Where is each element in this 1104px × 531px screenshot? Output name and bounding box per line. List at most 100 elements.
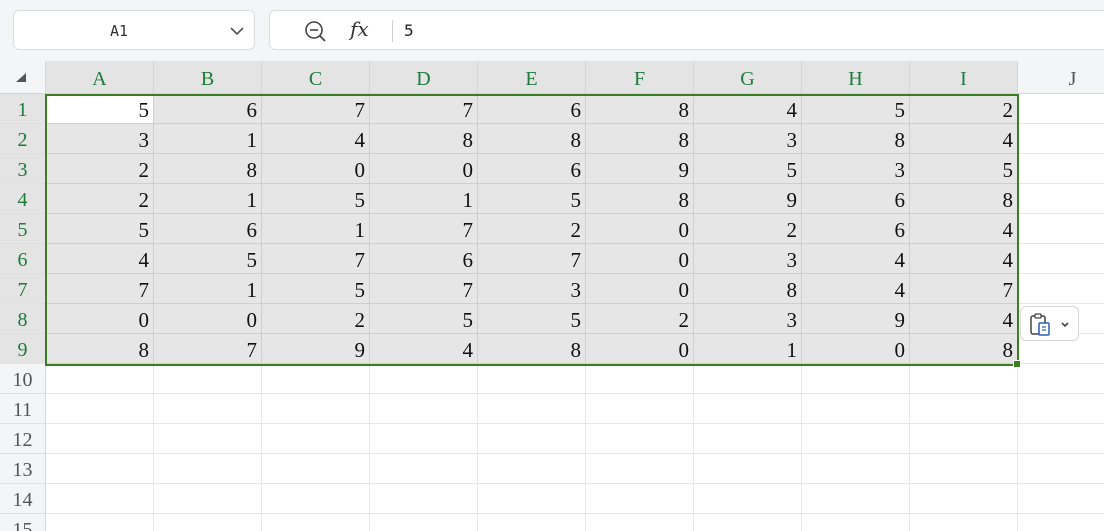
column-header-J[interactable]: J xyxy=(1018,61,1104,94)
cell-B7[interactable]: 1 xyxy=(154,274,262,304)
cell-D2[interactable]: 8 xyxy=(370,124,478,154)
cell-E8[interactable]: 5 xyxy=(478,304,586,334)
chevron-down-icon[interactable] xyxy=(230,25,244,37)
cell-C10[interactable] xyxy=(262,364,370,394)
cell-B14[interactable] xyxy=(154,484,262,514)
cell-F14[interactable] xyxy=(586,484,694,514)
column-header-E[interactable]: E xyxy=(478,61,586,94)
row-header-6[interactable]: 6 xyxy=(0,244,46,274)
cell-G7[interactable]: 8 xyxy=(694,274,802,304)
cell-H13[interactable] xyxy=(802,454,910,484)
column-header-G[interactable]: G xyxy=(694,61,802,94)
cell-B8[interactable]: 0 xyxy=(154,304,262,334)
cell-E15[interactable] xyxy=(478,514,586,531)
select-all-corner[interactable] xyxy=(0,61,46,94)
cell-C14[interactable] xyxy=(262,484,370,514)
cell-B11[interactable] xyxy=(154,394,262,424)
cell-B12[interactable] xyxy=(154,424,262,454)
cell-D7[interactable]: 7 xyxy=(370,274,478,304)
cell-D3[interactable]: 0 xyxy=(370,154,478,184)
cell-H1[interactable]: 5 xyxy=(802,94,910,124)
cell-H6[interactable]: 4 xyxy=(802,244,910,274)
cell-B5[interactable]: 6 xyxy=(154,214,262,244)
cell-G13[interactable] xyxy=(694,454,802,484)
cell-B10[interactable] xyxy=(154,364,262,394)
column-header-I[interactable]: I xyxy=(910,61,1018,94)
cell-D9[interactable]: 4 xyxy=(370,334,478,364)
cell-H10[interactable] xyxy=(802,364,910,394)
cell-E9[interactable]: 8 xyxy=(478,334,586,364)
cell-J13[interactable] xyxy=(1018,454,1104,484)
cell-C13[interactable] xyxy=(262,454,370,484)
cell-C8[interactable]: 2 xyxy=(262,304,370,334)
cell-E3[interactable]: 6 xyxy=(478,154,586,184)
cell-J12[interactable] xyxy=(1018,424,1104,454)
fill-handle[interactable] xyxy=(1013,360,1021,368)
cell-D5[interactable]: 7 xyxy=(370,214,478,244)
cell-G11[interactable] xyxy=(694,394,802,424)
cell-E10[interactable] xyxy=(478,364,586,394)
insert-function-button[interactable]: fx xyxy=(350,17,369,41)
cell-D10[interactable] xyxy=(370,364,478,394)
cell-H12[interactable] xyxy=(802,424,910,454)
cell-D12[interactable] xyxy=(370,424,478,454)
column-header-F[interactable]: F xyxy=(586,61,694,94)
cell-C6[interactable]: 7 xyxy=(262,244,370,274)
row-header-1[interactable]: 1 xyxy=(0,94,46,124)
cell-A8[interactable]: 0 xyxy=(46,304,154,334)
cell-E2[interactable]: 8 xyxy=(478,124,586,154)
cell-C11[interactable] xyxy=(262,394,370,424)
cell-E1[interactable]: 6 xyxy=(478,94,586,124)
cell-B15[interactable] xyxy=(154,514,262,531)
cell-F6[interactable]: 0 xyxy=(586,244,694,274)
cell-B6[interactable]: 5 xyxy=(154,244,262,274)
zoom-out-icon[interactable] xyxy=(304,20,326,42)
row-header-9[interactable]: 9 xyxy=(0,334,46,364)
cell-I12[interactable] xyxy=(910,424,1018,454)
cell-I6[interactable]: 4 xyxy=(910,244,1018,274)
cell-D13[interactable] xyxy=(370,454,478,484)
column-header-B[interactable]: B xyxy=(154,61,262,94)
cell-B2[interactable]: 1 xyxy=(154,124,262,154)
cell-J6[interactable] xyxy=(1018,244,1104,274)
cell-I2[interactable]: 4 xyxy=(910,124,1018,154)
cell-C2[interactable]: 4 xyxy=(262,124,370,154)
cell-F3[interactable]: 9 xyxy=(586,154,694,184)
cell-F7[interactable]: 0 xyxy=(586,274,694,304)
row-header-8[interactable]: 8 xyxy=(0,304,46,334)
cell-D4[interactable]: 1 xyxy=(370,184,478,214)
cell-I5[interactable]: 4 xyxy=(910,214,1018,244)
cell-G8[interactable]: 3 xyxy=(694,304,802,334)
cell-J3[interactable] xyxy=(1018,154,1104,184)
cell-B1[interactable]: 6 xyxy=(154,94,262,124)
paste-options-button[interactable] xyxy=(1020,306,1079,341)
cell-H15[interactable] xyxy=(802,514,910,531)
cell-G9[interactable]: 1 xyxy=(694,334,802,364)
cell-A14[interactable] xyxy=(46,484,154,514)
row-header-12[interactable]: 12 xyxy=(0,424,46,454)
row-header-5[interactable]: 5 xyxy=(0,214,46,244)
cell-I1[interactable]: 2 xyxy=(910,94,1018,124)
cell-H9[interactable]: 0 xyxy=(802,334,910,364)
cell-I3[interactable]: 5 xyxy=(910,154,1018,184)
cell-I15[interactable] xyxy=(910,514,1018,531)
column-header-A[interactable]: A xyxy=(46,61,154,94)
cell-H3[interactable]: 3 xyxy=(802,154,910,184)
cell-I14[interactable] xyxy=(910,484,1018,514)
cell-F8[interactable]: 2 xyxy=(586,304,694,334)
cell-I11[interactable] xyxy=(910,394,1018,424)
column-header-H[interactable]: H xyxy=(802,61,910,94)
cell-F12[interactable] xyxy=(586,424,694,454)
cell-E7[interactable]: 3 xyxy=(478,274,586,304)
cell-J7[interactable] xyxy=(1018,274,1104,304)
cell-E11[interactable] xyxy=(478,394,586,424)
cell-J2[interactable] xyxy=(1018,124,1104,154)
cell-E6[interactable]: 7 xyxy=(478,244,586,274)
column-header-C[interactable]: C xyxy=(262,61,370,94)
cell-F11[interactable] xyxy=(586,394,694,424)
cell-C12[interactable] xyxy=(262,424,370,454)
cell-F1[interactable]: 8 xyxy=(586,94,694,124)
row-header-13[interactable]: 13 xyxy=(0,454,46,484)
cell-G4[interactable]: 9 xyxy=(694,184,802,214)
cell-A13[interactable] xyxy=(46,454,154,484)
